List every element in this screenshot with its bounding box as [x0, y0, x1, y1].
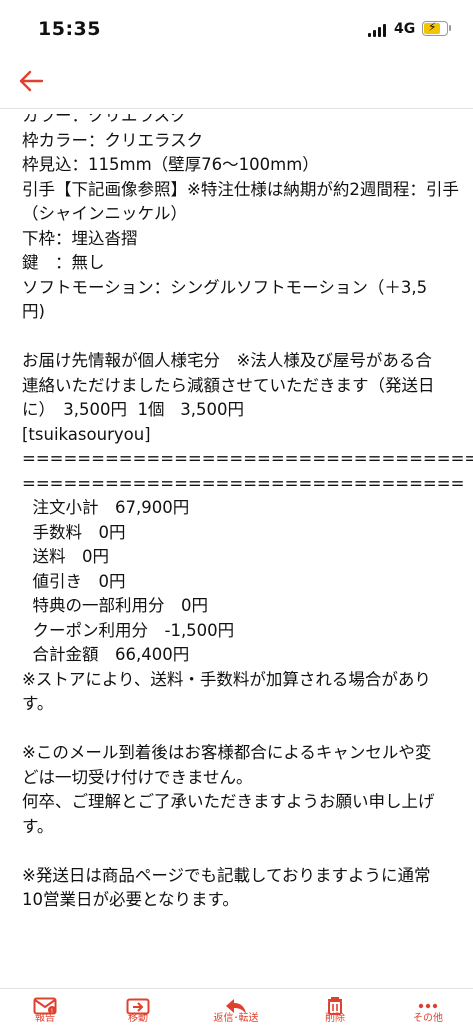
delete-button[interactable]: 削除 [295, 989, 375, 1025]
mail-body-line: カラー：クリエラスク [22, 106, 187, 125]
mail-body-line: ========================================… [22, 449, 473, 468]
mail-body-line: 注文小計 67,900円 [22, 498, 190, 517]
delete-label: 削除 [325, 1013, 345, 1024]
mail-body-line: ソフトモーション：シングルソフトモーション（＋3,5 [22, 277, 428, 297]
mail-body-line: どは一切受け付けできません。 [22, 767, 253, 787]
more-button[interactable]: その他 [388, 989, 468, 1025]
mail-body-line [22, 717, 473, 742]
reply-forward-label: 返信･転送 [213, 1013, 259, 1024]
signal-icon [368, 24, 386, 37]
mail-body-line: 何卒、ご理解とご了承いただきますようお願い申し上げ [22, 792, 435, 811]
mail-body-line: 枠カラー：クリエラスク [22, 130, 204, 150]
mail-body-line: す。 [22, 816, 54, 836]
nav-bar [0, 62, 473, 109]
mail-body-line: に） 3,500円 1個 3,500円 [22, 400, 244, 419]
reply-forward-button[interactable]: 返信･転送 [196, 989, 276, 1025]
mail-body: カラー：クリエラスク 枠カラー：クリエラスク枠見込：115mm（壁厚76〜100m… [22, 104, 473, 988]
mail-body-line: 手数料 0円 [22, 522, 126, 542]
move-button[interactable]: 移動 [98, 989, 178, 1025]
mail-body-line: 送料 0円 [22, 547, 109, 566]
mail-body-line: 10営業日が必要となります。 [22, 890, 239, 909]
battery-tip [449, 25, 451, 31]
report-label: 報告 [35, 1013, 55, 1024]
mail-body-line [22, 839, 473, 864]
mail-body-line: 合計金額 66,400円 [22, 645, 190, 664]
bottom-toolbar: ! 報告 移動 返信･転送 削除 その他 [0, 988, 473, 1025]
mail-body-line: 連絡いただけましたら減額させていただきます（発送日 [22, 375, 435, 395]
mail-body-line: 引手【下記画像参照】※特注仕様は納期が約2週間程：引手 [22, 179, 459, 199]
mail-body-line: クーポン利用分 -1,500円 [22, 620, 235, 640]
mail-body-line: す。 [22, 694, 54, 713]
mail-body-line: ================================ [22, 473, 465, 493]
mail-body-line: お届け先情報が個人様宅分 ※法人様及び屋号がある合 [22, 351, 432, 370]
report-button[interactable]: ! 報告 [5, 989, 85, 1025]
mail-body-line: 枠見込：115mm（壁厚76〜100mm） [22, 155, 319, 174]
mail-body-line: [tsuikasouryou] [22, 424, 151, 444]
mail-body-line: 下枠：埋込沓摺 [22, 228, 138, 248]
mail-body-line [22, 325, 473, 350]
network-label: 4G [394, 21, 416, 37]
mail-body-line: 値引き 0円 [22, 571, 126, 591]
mail-body-line: （シャインニッケル） [22, 204, 187, 223]
battery-icon: ⚡ [422, 20, 448, 36]
status-bar: 15:35 4G ⚡ [0, 0, 473, 62]
mail-body-line: 特典の一部利用分 0円 [22, 596, 208, 615]
mail-body-line: ※発送日は商品ページでも記載しておりますように通常 [22, 865, 431, 885]
status-time: 15:35 [38, 18, 101, 40]
mail-body-line: 円) [22, 302, 45, 321]
mail-body-line: 鍵 ：無し [22, 253, 105, 272]
back-arrow-icon[interactable] [18, 68, 44, 102]
move-label: 移動 [128, 1013, 148, 1024]
mail-body-line: ※このメール到着後はお客様都合によるキャンセルや変 [22, 743, 432, 762]
mail-body-line: ※ストアにより、送料・手数料が加算される場合があり [22, 669, 431, 689]
more-label: その他 [413, 1013, 443, 1024]
